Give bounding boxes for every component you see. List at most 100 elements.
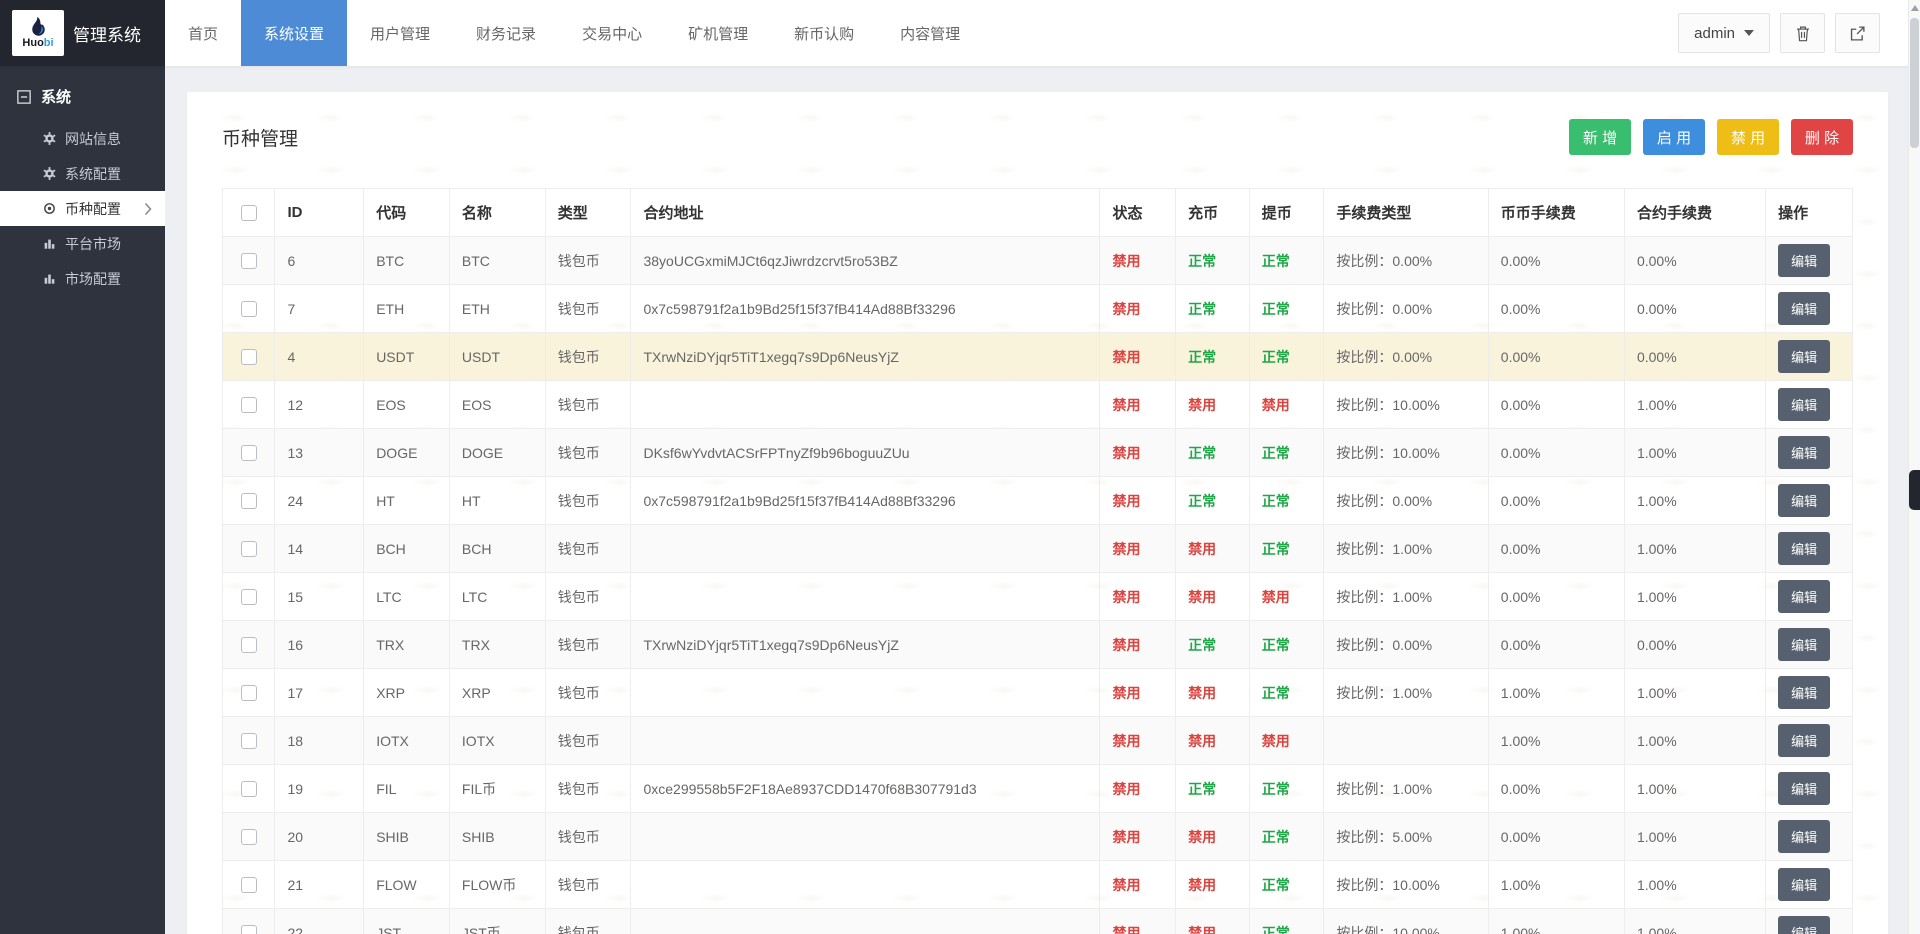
edit-button[interactable]: 编辑	[1778, 676, 1830, 709]
cell-code: BTC	[364, 237, 450, 285]
side-panel-toggle[interactable]	[1909, 470, 1920, 510]
cell-status: 禁用	[1100, 813, 1176, 861]
edit-button[interactable]: 编辑	[1778, 916, 1830, 934]
sidebar-item-system-config[interactable]: 系统配置	[0, 156, 165, 191]
edit-button[interactable]: 编辑	[1778, 628, 1830, 661]
cell-withdraw: 正常	[1249, 861, 1324, 909]
cell-id: 14	[275, 525, 364, 573]
cell-code: XRP	[364, 669, 450, 717]
select-all-header	[223, 189, 275, 237]
edit-button[interactable]: 编辑	[1778, 580, 1830, 613]
table-row: 24HTHT钱包币0x7c598791f2a1b9Bd25f15f37fB414…	[223, 477, 1853, 525]
logout-button[interactable]	[1835, 13, 1880, 53]
nav-item-content-management[interactable]: 内容管理	[877, 0, 983, 66]
cell-select	[223, 621, 275, 669]
row-checkbox[interactable]	[241, 589, 257, 605]
nav-item-new-coin-subscription[interactable]: 新币认购	[771, 0, 877, 66]
scroll-up-arrow[interactable]	[1911, 5, 1919, 11]
cell-name: LTC	[449, 573, 545, 621]
cell-contract-address	[631, 717, 1100, 765]
cell-name: FLOW币	[449, 861, 545, 909]
cell-withdraw: 正常	[1249, 621, 1324, 669]
edit-button[interactable]: 编辑	[1778, 244, 1830, 277]
col-code: 代码	[364, 189, 450, 237]
page-title: 币种管理	[222, 124, 298, 151]
row-checkbox[interactable]	[241, 685, 257, 701]
row-checkbox[interactable]	[241, 445, 257, 461]
enable-button[interactable]: 启 用	[1643, 119, 1705, 155]
cell-contract-fee: 1.00%	[1624, 909, 1765, 934]
sidebar-item-coin-config[interactable]: 币种配置	[0, 191, 165, 226]
cell-contract-fee: 0.00%	[1624, 333, 1765, 381]
nav-item-finance-records[interactable]: 财务记录	[453, 0, 559, 66]
cell-contract-address: 0x7c598791f2a1b9Bd25f15f37fB414Ad88Bf332…	[631, 477, 1100, 525]
add-button[interactable]: 新 增	[1569, 119, 1631, 155]
row-checkbox[interactable]	[241, 637, 257, 653]
cell-deposit: 禁用	[1176, 813, 1250, 861]
disable-button[interactable]: 禁 用	[1717, 119, 1779, 155]
cell-withdraw: 禁用	[1249, 573, 1324, 621]
edit-button[interactable]: 编辑	[1778, 292, 1830, 325]
edit-button[interactable]: 编辑	[1778, 820, 1830, 853]
row-checkbox[interactable]	[241, 877, 257, 893]
clear-cache-button[interactable]	[1780, 13, 1825, 53]
edit-button[interactable]: 编辑	[1778, 772, 1830, 805]
table-row: 4USDTUSDT钱包币TXrwNziDYjqr5TiT1xegq7s9Dp6N…	[223, 333, 1853, 381]
cell-contract-address	[631, 813, 1100, 861]
select-all-checkbox[interactable]	[241, 205, 257, 221]
sidebar-item-site-info[interactable]: 网站信息	[0, 121, 165, 156]
edit-button[interactable]: 编辑	[1778, 724, 1830, 757]
nav-item-system-settings[interactable]: 系统设置	[241, 0, 347, 66]
sidebar-item-label: 市场配置	[65, 269, 121, 289]
cell-contract-address	[631, 861, 1100, 909]
scrollbar-thumb[interactable]	[1910, 18, 1919, 148]
cell-id: 19	[275, 765, 364, 813]
row-checkbox[interactable]	[241, 829, 257, 845]
table-row: 16TRXTRX钱包币TXrwNziDYjqr5TiT1xegq7s9Dp6Ne…	[223, 621, 1853, 669]
edit-button[interactable]: 编辑	[1778, 436, 1830, 469]
row-checkbox[interactable]	[241, 493, 257, 509]
edit-button[interactable]: 编辑	[1778, 532, 1830, 565]
sidebar-group-system[interactable]: 系统	[0, 66, 165, 121]
delete-button[interactable]: 删 除	[1791, 119, 1853, 155]
cell-coin-fee: 0.00%	[1488, 285, 1624, 333]
cell-contract-address: TXrwNziDYjqr5TiT1xegq7s9Dp6NeusYjZ	[631, 333, 1100, 381]
row-checkbox[interactable]	[241, 925, 257, 934]
cell-deposit: 禁用	[1176, 573, 1250, 621]
sidebar-item-platform-market[interactable]: 平台市场	[0, 226, 165, 261]
sidebar-item-market-config[interactable]: 市场配置	[0, 261, 165, 296]
chevron-right-icon	[144, 202, 152, 215]
nav-item-home[interactable]: 首页	[165, 0, 241, 66]
cell-withdraw: 正常	[1249, 669, 1324, 717]
cell-contract-address: 0x7c598791f2a1b9Bd25f15f37fB414Ad88Bf332…	[631, 285, 1100, 333]
cell-deposit: 禁用	[1176, 717, 1250, 765]
row-checkbox[interactable]	[241, 781, 257, 797]
cell-code: EOS	[364, 381, 450, 429]
nav-item-trade-center[interactable]: 交易中心	[559, 0, 665, 66]
edit-button[interactable]: 编辑	[1778, 484, 1830, 517]
table-row: 17XRPXRP钱包币禁用禁用正常按比例：1.00%1.00%1.00%编辑	[223, 669, 1853, 717]
nav-item-user-management[interactable]: 用户管理	[347, 0, 453, 66]
cell-id: 21	[275, 861, 364, 909]
page-scrollbar[interactable]	[1908, 0, 1920, 934]
row-checkbox[interactable]	[241, 253, 257, 269]
user-menu-button[interactable]: admin	[1678, 13, 1770, 53]
row-checkbox[interactable]	[241, 397, 257, 413]
cell-id: 13	[275, 429, 364, 477]
table-row: 22JSTJST币钱包币禁用禁用正常按比例：10.00%1.00%1.00%编辑	[223, 909, 1853, 934]
cell-contract-fee: 0.00%	[1624, 237, 1765, 285]
row-checkbox[interactable]	[241, 733, 257, 749]
nav-item-miner-management[interactable]: 矿机管理	[665, 0, 771, 66]
edit-button[interactable]: 编辑	[1778, 388, 1830, 421]
row-checkbox[interactable]	[241, 301, 257, 317]
edit-button[interactable]: 编辑	[1778, 340, 1830, 373]
edit-button[interactable]: 编辑	[1778, 868, 1830, 901]
cell-fee-type	[1324, 717, 1488, 765]
row-checkbox[interactable]	[241, 541, 257, 557]
cell-actions: 编辑	[1766, 621, 1853, 669]
cell-actions: 编辑	[1766, 429, 1853, 477]
cell-actions: 编辑	[1766, 717, 1853, 765]
cell-fee-type: 按比例：0.00%	[1324, 477, 1488, 525]
col-fee-type: 手续费类型	[1324, 189, 1488, 237]
row-checkbox[interactable]	[241, 349, 257, 365]
